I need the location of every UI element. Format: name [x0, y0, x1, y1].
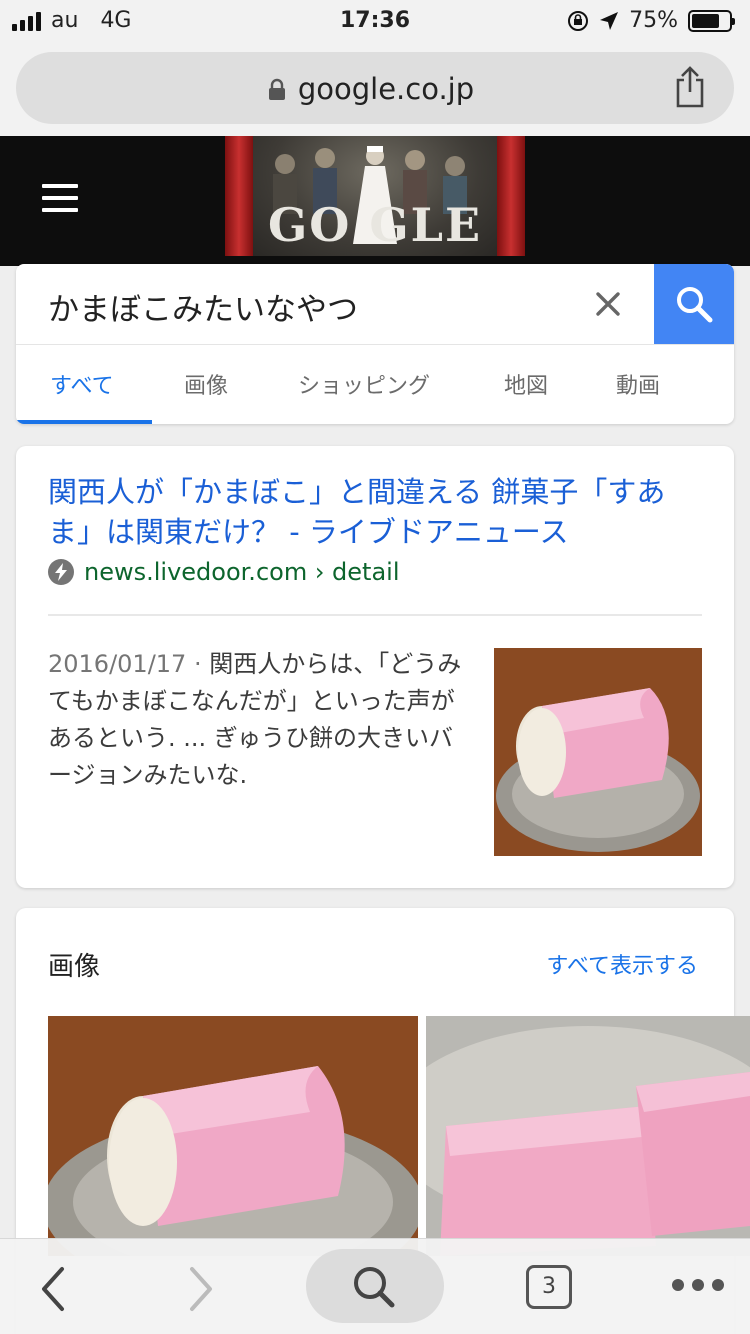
result-path: › detail — [307, 558, 400, 586]
tab-shopping[interactable]: ショッピング — [298, 368, 430, 400]
search-input[interactable]: かまぼこみたいなやつ — [48, 284, 358, 329]
sweet-on-plate-image — [48, 1016, 418, 1256]
lightning-bolt-icon — [48, 559, 74, 585]
tab-all[interactable]: すべて — [50, 368, 114, 400]
chevron-right-icon[interactable] — [186, 1265, 216, 1313]
images-heading: 画像 — [48, 952, 101, 982]
result-divider — [48, 614, 702, 616]
battery-fill — [692, 13, 719, 28]
result-url[interactable]: news.livedoor.com › detail — [48, 558, 400, 586]
google-header: GO GLE — [0, 136, 750, 266]
tab-videos[interactable]: 動画 — [616, 368, 660, 400]
browser-toolbar: 3 — [0, 1238, 750, 1334]
address-bar[interactable]: google.co.jp — [16, 52, 734, 124]
tab-maps[interactable]: 地図 — [504, 368, 548, 400]
result-snippet: 2016/01/17 · 関西人からは、「どうみてもかまぼこなんだが」といった声… — [48, 646, 468, 794]
result-thumbnail[interactable] — [494, 648, 702, 856]
hamburger-menu-icon[interactable] — [42, 184, 78, 212]
google-doodle[interactable]: GO GLE — [225, 136, 525, 256]
sweet-on-plate-image — [494, 648, 702, 856]
image-result-1[interactable] — [48, 1016, 418, 1256]
tabs-divider — [16, 344, 734, 345]
show-all-images-link[interactable]: すべて表示する — [546, 948, 698, 980]
location-arrow-icon — [600, 11, 619, 30]
toolbar-search-button[interactable] — [306, 1249, 444, 1323]
share-icon[interactable] — [672, 66, 708, 108]
result-separator: · — [186, 650, 210, 678]
sweet-pieces-image — [426, 1016, 750, 1256]
battery-icon — [688, 9, 735, 32]
url-text: google.co.jp — [297, 72, 475, 106]
tabs-count-button[interactable]: 3 — [526, 1265, 572, 1309]
doodle-logo-text: GO GLE — [267, 198, 483, 252]
close-icon[interactable] — [594, 290, 622, 318]
chevron-left-icon[interactable] — [38, 1265, 68, 1313]
image-result-2[interactable] — [426, 1016, 750, 1256]
search-button[interactable] — [654, 264, 734, 344]
result-date: 2016/01/17 — [48, 650, 187, 678]
more-dots-icon[interactable] — [672, 1279, 724, 1291]
orientation-lock-icon — [568, 10, 589, 31]
active-tab-indicator — [16, 420, 152, 424]
result-site: news.livedoor.com — [84, 558, 308, 586]
browser-url-area: google.co.jp — [0, 44, 750, 136]
search-icon — [677, 287, 713, 323]
search-box: かまぼこみたいなやつ すべて 画像 ショッピング 地図 動画 — [16, 264, 734, 424]
status-icons: 75% — [567, 8, 735, 33]
battery-percent: 75% — [629, 8, 678, 33]
search-result: 関西人が「かまぼこ」と間違える 餅菓子「すあま」は関東だけ？ - ライブドアニュ… — [16, 446, 734, 888]
search-icon — [354, 1267, 395, 1308]
status-bar: au 4G 17:36 75% — [0, 0, 750, 44]
tab-images[interactable]: 画像 — [184, 368, 228, 400]
result-title-link[interactable]: 関西人が「かまぼこ」と間違える 餅菓子「すあま」は関東だけ？ - ライブドアニュ… — [48, 472, 708, 552]
